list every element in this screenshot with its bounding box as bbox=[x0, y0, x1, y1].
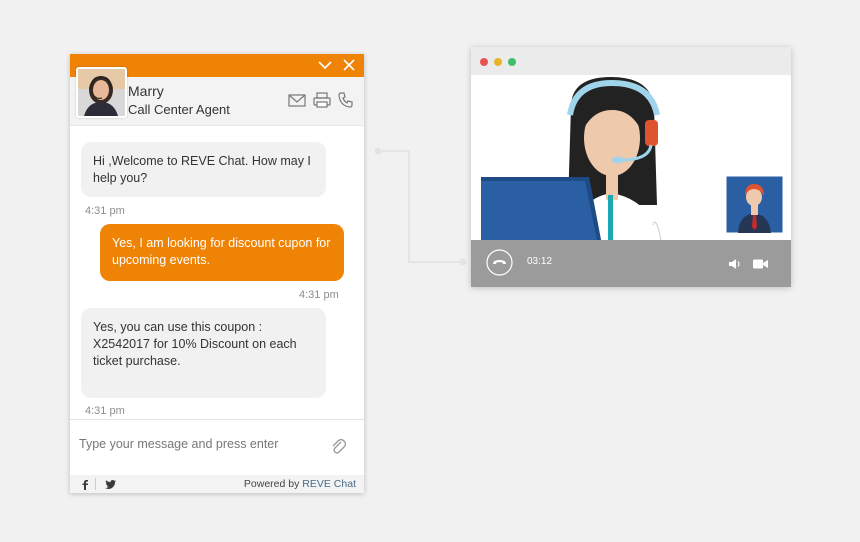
window-minimize-dot[interactable] bbox=[494, 58, 502, 66]
phone-icon[interactable] bbox=[337, 91, 355, 109]
message-input[interactable]: Type your message and press enter bbox=[79, 437, 278, 451]
chevron-down-icon[interactable] bbox=[317, 57, 333, 73]
message-composer[interactable]: Type your message and press enter bbox=[70, 419, 364, 472]
message-time: 4:31 pm bbox=[85, 205, 125, 217]
window-close-dot[interactable] bbox=[480, 58, 488, 66]
video-feed bbox=[471, 75, 791, 240]
volume-icon[interactable] bbox=[728, 258, 741, 270]
agent-name: Marry bbox=[128, 83, 164, 99]
brand-link[interactable]: REVE Chat bbox=[302, 478, 356, 490]
powered-by: Powered by REVE Chat bbox=[244, 478, 356, 490]
message-incoming: Hi ,Welcome to REVE Chat. How may I help… bbox=[81, 142, 326, 197]
message-time: 4:31 pm bbox=[85, 405, 125, 417]
agent-role: Call Center Agent bbox=[128, 102, 230, 117]
window-title-bar bbox=[471, 47, 791, 75]
connector-line bbox=[374, 147, 467, 266]
video-call-window: 03:12 bbox=[471, 47, 791, 287]
facebook-icon[interactable] bbox=[81, 479, 89, 490]
call-control-bar: 03:12 bbox=[471, 240, 791, 287]
agent-header: Marry Call Center Agent bbox=[70, 67, 364, 126]
camera-icon[interactable] bbox=[753, 258, 768, 270]
chat-widget: Marry Call Center Agent Hi ,Welcome to R… bbox=[70, 54, 364, 493]
chat-footer: Powered by REVE Chat bbox=[70, 475, 364, 493]
avatar bbox=[76, 67, 127, 118]
end-call-icon[interactable] bbox=[486, 249, 513, 276]
paperclip-icon[interactable] bbox=[330, 437, 346, 455]
message-outgoing: Yes, I am looking for discount cupon for… bbox=[100, 224, 344, 281]
message-incoming: Yes, you can use this coupon : X2542017 … bbox=[81, 308, 326, 398]
mail-icon[interactable] bbox=[288, 91, 306, 109]
close-icon[interactable] bbox=[341, 57, 357, 73]
call-timer: 03:12 bbox=[527, 256, 553, 267]
twitter-icon[interactable] bbox=[105, 480, 116, 489]
window-maximize-dot[interactable] bbox=[508, 58, 516, 66]
print-icon[interactable] bbox=[313, 91, 331, 109]
message-time: 4:31 pm bbox=[299, 289, 339, 301]
powered-by-label: Powered by bbox=[243, 478, 300, 490]
divider bbox=[95, 478, 96, 490]
